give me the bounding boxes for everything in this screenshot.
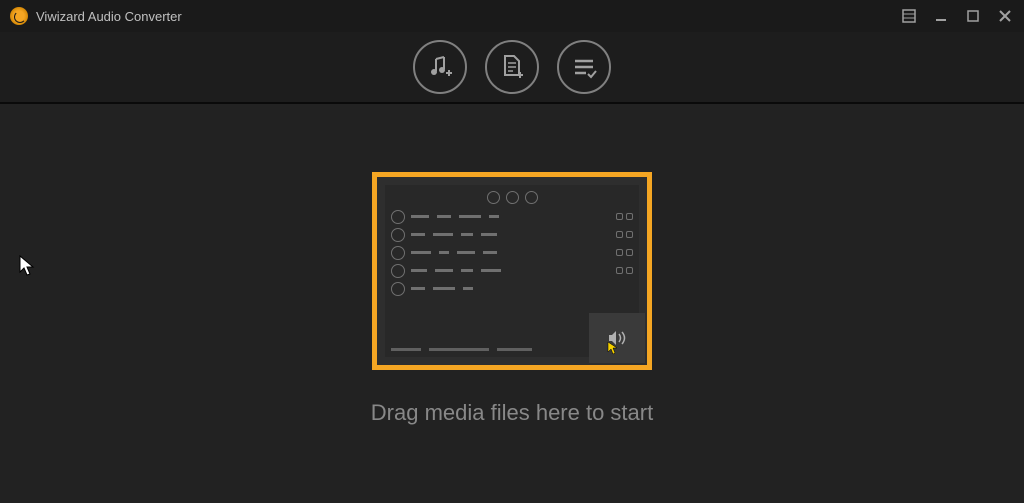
add-file-button[interactable] [485, 40, 539, 94]
maximize-button[interactable] [964, 7, 982, 25]
drop-zone: Drag media files here to start [371, 172, 653, 426]
file-plus-icon [498, 53, 526, 81]
app-title: Viwizard Audio Converter [36, 9, 182, 24]
menu-button[interactable] [900, 7, 918, 25]
main-drop-area[interactable]: Drag media files here to start [0, 104, 1024, 503]
minimize-button[interactable] [932, 7, 950, 25]
close-button[interactable] [996, 7, 1014, 25]
volume-icon [589, 313, 645, 363]
cursor-icon [18, 254, 36, 276]
preview-illustration [372, 172, 652, 370]
list-check-icon [570, 53, 598, 81]
add-music-button[interactable] [413, 40, 467, 94]
toolbar [0, 32, 1024, 102]
drop-instruction-text: Drag media files here to start [371, 400, 653, 426]
titlebar: Viwizard Audio Converter [0, 0, 1024, 32]
output-list-button[interactable] [557, 40, 611, 94]
music-plus-icon [426, 53, 454, 81]
app-logo-icon [10, 7, 28, 25]
